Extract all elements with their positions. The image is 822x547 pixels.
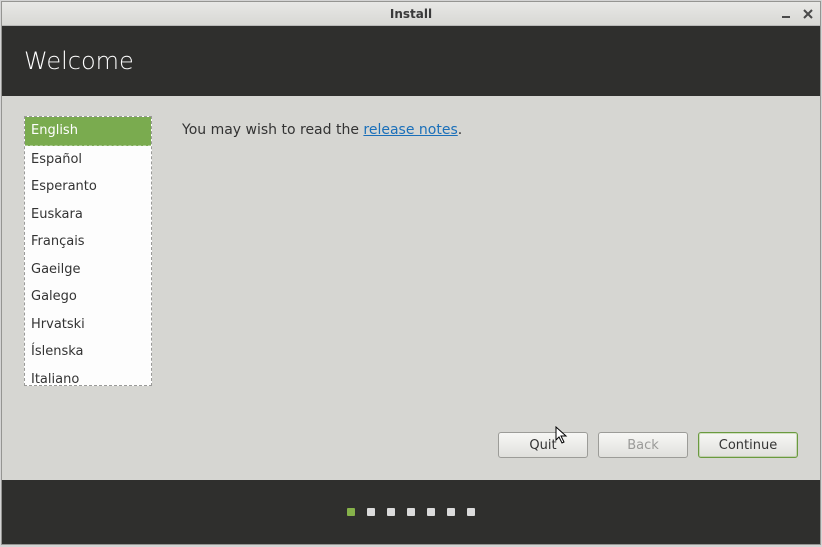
release-notes-link[interactable]: release notes bbox=[363, 122, 457, 138]
progress-dot bbox=[427, 508, 435, 516]
welcome-message: You may wish to read the release notes. bbox=[182, 116, 798, 470]
button-row: Quit Back Continue bbox=[498, 432, 798, 458]
quit-button[interactable]: Quit bbox=[498, 432, 588, 458]
language-item[interactable]: Français bbox=[25, 228, 151, 256]
page-title: Welcome bbox=[24, 47, 134, 75]
progress-dot bbox=[407, 508, 415, 516]
language-item[interactable]: Español bbox=[25, 146, 151, 174]
close-button[interactable] bbox=[800, 6, 816, 22]
language-item[interactable]: English bbox=[25, 117, 151, 146]
language-item[interactable]: Italiano bbox=[25, 366, 151, 387]
content-area: EnglishEspañolEsperantoEuskaraFrançaisGa… bbox=[2, 96, 820, 480]
language-item[interactable]: Íslenska bbox=[25, 338, 151, 366]
progress-dot bbox=[367, 508, 375, 516]
progress-dot bbox=[387, 508, 395, 516]
progress-dot bbox=[447, 508, 455, 516]
message-suffix: . bbox=[458, 122, 462, 138]
minimize-icon bbox=[781, 9, 791, 19]
language-list[interactable]: EnglishEspañolEsperantoEuskaraFrançaisGa… bbox=[24, 116, 152, 386]
language-item[interactable]: Esperanto bbox=[25, 173, 151, 201]
progress-dot bbox=[467, 508, 475, 516]
language-item[interactable]: Gaeilge bbox=[25, 256, 151, 284]
progress-dot bbox=[347, 508, 355, 516]
progress-dots bbox=[2, 480, 820, 544]
window-controls bbox=[778, 2, 816, 25]
message-prefix: You may wish to read the bbox=[182, 122, 363, 138]
language-item[interactable]: Galego bbox=[25, 283, 151, 311]
minimize-button[interactable] bbox=[778, 6, 794, 22]
window-title: Install bbox=[390, 7, 432, 21]
back-button: Back bbox=[598, 432, 688, 458]
titlebar: Install bbox=[2, 2, 820, 26]
language-item[interactable]: Euskara bbox=[25, 201, 151, 229]
continue-button[interactable]: Continue bbox=[698, 432, 798, 458]
close-icon bbox=[803, 9, 813, 19]
language-item[interactable]: Hrvatski bbox=[25, 311, 151, 339]
header: Welcome bbox=[2, 26, 820, 96]
install-window: Install Welcome EnglishEspañolEsperantoE… bbox=[1, 1, 821, 545]
